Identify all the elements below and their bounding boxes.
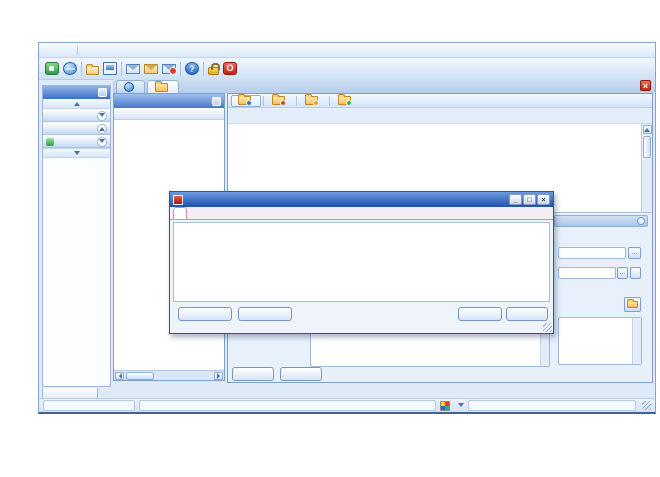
permission-button[interactable]: [280, 367, 322, 381]
tab-history-version[interactable]: [299, 95, 327, 107]
table-vertical-scrollbar[interactable]: [641, 124, 652, 212]
mail-alert-icon[interactable]: [162, 64, 176, 74]
maximize-icon[interactable]: □: [523, 194, 536, 205]
ui-style-icon[interactable]: [440, 401, 450, 411]
detail-form-header: [554, 215, 648, 227]
dialog-tab-strip: [170, 207, 553, 220]
scrollbar-thumb[interactable]: [643, 136, 651, 158]
globe-icon[interactable]: [63, 62, 77, 75]
detail-field-1[interactable]: [558, 247, 626, 259]
chevron-down-icon[interactable]: [97, 137, 107, 147]
resize-grip[interactable]: [642, 401, 651, 410]
lock-icon[interactable]: [208, 67, 219, 75]
system-icon[interactable]: [45, 62, 59, 75]
sidebar-scroll-up[interactable]: [43, 99, 110, 109]
tab-working-version[interactable]: [231, 95, 261, 107]
close-tab-icon[interactable]: ×: [640, 80, 651, 91]
scroll-right-icon[interactable]: [214, 372, 223, 380]
history-version-icon: [305, 96, 318, 105]
app-window: ? O ×: [38, 42, 656, 414]
status-ready-field: [139, 400, 436, 411]
power-icon[interactable]: O: [223, 62, 237, 75]
detail-field-2[interactable]: [558, 267, 616, 279]
sidebar-header: [43, 86, 110, 99]
archived-version-icon: [272, 96, 285, 105]
all-versions-icon: [338, 96, 351, 105]
tab-library[interactable]: [147, 80, 179, 93]
home-icon: [124, 82, 134, 92]
help-icon[interactable]: ?: [185, 62, 199, 75]
sidebar-menu-icon[interactable]: [98, 88, 107, 97]
open-folder-icon[interactable]: [86, 66, 99, 75]
authorization-dialog: _ □ ×: [169, 191, 554, 334]
browse-folder-button[interactable]: [624, 297, 641, 312]
sidebar-group-document[interactable]: [43, 122, 110, 135]
tab-all-versions[interactable]: [332, 95, 360, 107]
menu-help[interactable]: [108, 49, 122, 51]
menu-system[interactable]: [47, 49, 61, 51]
sidebar-group-work[interactable]: [43, 109, 110, 122]
chevron-up-icon[interactable]: [97, 124, 107, 134]
tree-panel-menu-icon[interactable]: [212, 97, 221, 106]
scroll-left-icon[interactable]: [115, 372, 124, 380]
version-tab-strip: [228, 94, 652, 108]
tree-column-header[interactable]: [114, 108, 224, 120]
group-by-bar[interactable]: [228, 108, 652, 124]
scrollbar-thumb[interactable]: [126, 372, 154, 380]
menu-tools[interactable]: [61, 49, 75, 51]
cancel-button[interactable]: [506, 307, 548, 321]
quick-setup-button[interactable]: [178, 307, 232, 321]
chevron-down-icon[interactable]: [458, 403, 464, 410]
authorization-icon: [173, 195, 183, 205]
detail-textarea[interactable]: [558, 317, 642, 365]
menu-plugins[interactable]: [94, 49, 108, 51]
status-bar: [39, 398, 655, 412]
clear-button[interactable]: [630, 267, 641, 279]
tab-folder-permissions[interactable]: [173, 207, 187, 219]
tab-archived-version[interactable]: [266, 95, 294, 107]
update-button[interactable]: [232, 367, 274, 381]
working-version-icon: [238, 96, 251, 105]
project-icon: [46, 138, 54, 146]
mail-receive-icon[interactable]: [144, 64, 158, 74]
main-toolbar: ? O: [39, 58, 655, 80]
company-field: [43, 400, 135, 411]
menu-bar: [39, 43, 655, 58]
folder-icon: [155, 83, 168, 92]
tree-header: [114, 94, 224, 108]
session-info-field: [468, 400, 636, 411]
permission-sync-button[interactable]: [238, 307, 292, 321]
minimize-icon[interactable]: _: [509, 194, 522, 205]
ok-button[interactable]: [458, 307, 502, 321]
chevron-down-icon[interactable]: [97, 111, 107, 121]
document-tabbar: ×: [113, 79, 655, 93]
ellipsis-button[interactable]: …: [617, 267, 628, 279]
dialog-footer: [170, 307, 553, 322]
close-icon[interactable]: ×: [537, 194, 550, 205]
menu-window[interactable]: [80, 49, 94, 51]
pin-icon[interactable]: [637, 217, 645, 225]
dialog-resize-grip[interactable]: [543, 323, 552, 332]
sidebar-scroll-down[interactable]: [43, 148, 110, 158]
mail-icon[interactable]: [126, 64, 140, 74]
permissions-table-wrap: [173, 222, 550, 302]
ellipsis-button[interactable]: …: [628, 247, 641, 259]
sidebar-group-project[interactable]: [43, 135, 110, 148]
tab-home[interactable]: [116, 80, 145, 93]
tree-horizontal-scrollbar[interactable]: [114, 370, 224, 380]
dialog-titlebar[interactable]: _ □ ×: [170, 192, 553, 207]
scroll-up-icon[interactable]: [643, 125, 652, 134]
sidebar: [42, 85, 111, 387]
monitor-icon[interactable]: [103, 62, 117, 75]
menu-separator: [77, 45, 78, 55]
